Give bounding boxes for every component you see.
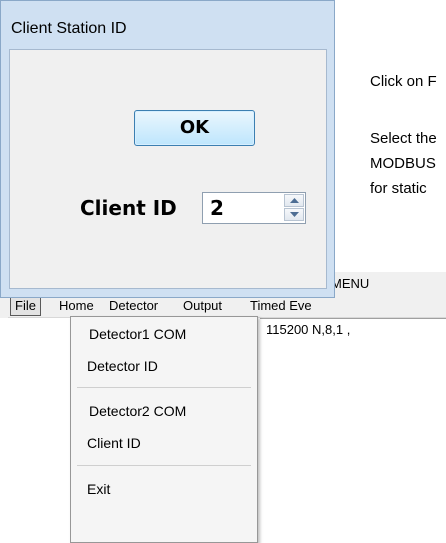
status-field: 115200 N,8,1 , — [260, 318, 446, 341]
client-id-label: Client ID — [80, 196, 177, 220]
doc-line-4: for static — [370, 180, 427, 197]
menu-home[interactable]: Home — [55, 297, 98, 315]
dialog-title: Client Station ID — [11, 20, 127, 37]
chevron-down-icon — [290, 212, 299, 217]
menu-item-client-id[interactable]: Client ID — [87, 435, 141, 451]
spin-down-button[interactable] — [284, 208, 304, 221]
doc-line-3: MODBUS — [370, 155, 436, 172]
chevron-up-icon — [290, 198, 299, 203]
menu-bar: File Home Detector Output Timed Eve — [8, 296, 446, 318]
client-station-dialog: Client Station ID OK Client ID 2 — [0, 0, 335, 298]
spinner-buttons — [284, 194, 304, 222]
doc-line-2: Select the — [370, 130, 437, 147]
file-dropdown-menu: Detector1 COM Detector ID Detector2 COM … — [70, 316, 258, 543]
menu-item-detector-id[interactable]: Detector ID — [87, 358, 158, 374]
menu-detector[interactable]: Detector — [105, 297, 162, 315]
menu-timed-events[interactable]: Timed Eve — [246, 297, 316, 315]
menu-item-exit[interactable]: Exit — [87, 481, 110, 497]
menu-separator — [77, 465, 251, 466]
ok-button[interactable]: OK — [134, 110, 255, 146]
client-id-spinner[interactable]: 2 — [202, 192, 306, 224]
spin-up-button[interactable] — [284, 194, 304, 207]
menu-item-detector1-com[interactable]: Detector1 COM — [89, 326, 186, 342]
menu-output[interactable]: Output — [179, 297, 226, 315]
doc-line-1: Click on F — [370, 73, 437, 90]
status-text: 115200 N,8,1 , — [266, 322, 351, 337]
dialog-body: OK Client ID 2 — [9, 49, 327, 289]
client-id-value[interactable]: 2 — [210, 196, 224, 220]
menu-item-detector2-com[interactable]: Detector2 COM — [89, 403, 186, 419]
menu-separator — [77, 387, 251, 388]
menu-file[interactable]: File — [10, 296, 41, 316]
